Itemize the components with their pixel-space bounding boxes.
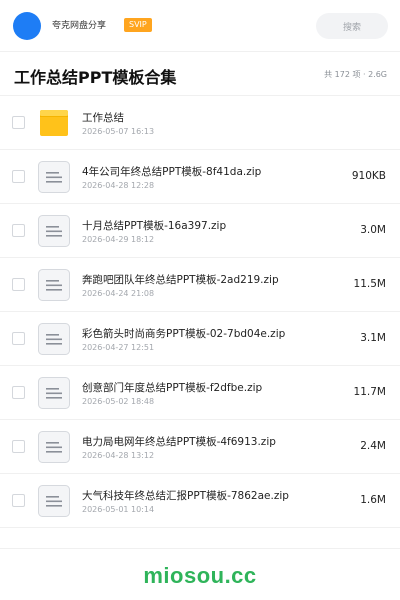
file-icon (38, 485, 70, 517)
folder-summary: 共 172 项 · 2.6G (324, 70, 387, 79)
file-date: 2026-04-28 13:12 (82, 451, 155, 460)
row-checkbox[interactable] (12, 332, 25, 345)
file-row[interactable]: 创意部门年度总结PPT模板-f2dfbe.zip 2026-05-02 18:4… (0, 366, 400, 420)
file-date: 2026-04-27 12:51 (82, 343, 155, 352)
file-list: 工作总结 2026-05-07 16:13 4年公司年终总结PPT模板-8f41… (0, 96, 400, 528)
folder-header: 工作总结PPT模板合集 共 172 项 · 2.6G (0, 52, 400, 96)
row-checkbox[interactable] (12, 224, 25, 237)
file-icon (38, 431, 70, 463)
file-row[interactable]: 大气科技年终总结汇报PPT模板-7862ae.zip 2026-05-01 10… (0, 474, 400, 528)
file-name: 4年公司年终总结PPT模板-8f41da.zip (82, 166, 262, 178)
row-checkbox[interactable] (12, 386, 25, 399)
file-size: 11.7M (353, 386, 386, 398)
svip-badge: SVIP (124, 18, 152, 32)
file-name: 创意部门年度总结PPT模板-f2dfbe.zip (82, 382, 263, 394)
top-bar: 夸克网盘分享 SVIP 搜索 (0, 0, 400, 52)
file-row[interactable]: 彩色箭头时尚商务PPT模板-02-7bd04e.zip 2026-04-27 1… (0, 312, 400, 366)
file-row[interactable]: 4年公司年终总结PPT模板-8f41da.zip 2026-04-28 12:2… (0, 150, 400, 204)
file-row[interactable]: 电力局电网年终总结PPT模板-4f6913.zip 2026-04-28 13:… (0, 420, 400, 474)
file-row[interactable]: 工作总结 2026-05-07 16:13 (0, 96, 400, 150)
file-date: 2026-04-28 12:28 (82, 181, 155, 190)
file-name: 工作总结 (82, 112, 124, 124)
row-checkbox[interactable] (12, 440, 25, 453)
file-size: 1.6M (360, 494, 386, 506)
search-button[interactable]: 搜索 (316, 13, 388, 39)
file-icon (38, 323, 70, 355)
file-size: 910KB (351, 170, 386, 182)
row-checkbox[interactable] (12, 116, 25, 129)
file-name: 电力局电网年终总结PPT模板-4f6913.zip (82, 436, 276, 448)
search-button-label: 搜索 (342, 22, 361, 33)
file-date: 2026-05-01 10:14 (82, 505, 155, 514)
share-page: 夸克网盘分享 SVIP 搜索 工作总结PPT模板合集 共 172 项 · 2.6… (0, 0, 400, 600)
footer: miosou.cc (0, 548, 400, 600)
file-name: 大气科技年终总结汇报PPT模板-7862ae.zip (82, 490, 289, 502)
file-date: 2026-05-07 16:13 (82, 127, 155, 136)
row-checkbox[interactable] (12, 494, 25, 507)
file-date: 2026-04-24 21:08 (82, 289, 155, 298)
avatar[interactable] (13, 12, 41, 40)
brand-name: 夸克网盘分享 (52, 21, 107, 31)
row-checkbox[interactable] (12, 278, 25, 291)
file-name: 十月总结PPT模板-16a397.zip (82, 220, 227, 232)
file-row[interactable]: 十月总结PPT模板-16a397.zip 2026-04-29 18:12 3.… (0, 204, 400, 258)
row-checkbox[interactable] (12, 170, 25, 183)
file-row[interactable]: 奔跑吧团队年终总结PPT模板-2ad219.zip 2026-04-24 21:… (0, 258, 400, 312)
file-icon (38, 377, 70, 409)
file-size: 3.1M (360, 332, 386, 344)
file-date: 2026-04-29 18:12 (82, 235, 155, 244)
file-size: 2.4M (360, 440, 386, 452)
file-icon (38, 161, 70, 193)
file-name: 彩色箭头时尚商务PPT模板-02-7bd04e.zip (82, 328, 286, 340)
file-size: 3.0M (360, 224, 386, 236)
file-date: 2026-05-02 18:48 (82, 397, 155, 406)
page-title: 工作总结PPT模板合集 (14, 68, 177, 87)
file-size: 11.5M (353, 278, 386, 290)
file-name: 奔跑吧团队年终总结PPT模板-2ad219.zip (82, 274, 279, 286)
watermark: miosou.cc (143, 563, 257, 588)
folder-icon (38, 107, 70, 139)
file-icon (38, 269, 70, 301)
file-icon (38, 215, 70, 247)
